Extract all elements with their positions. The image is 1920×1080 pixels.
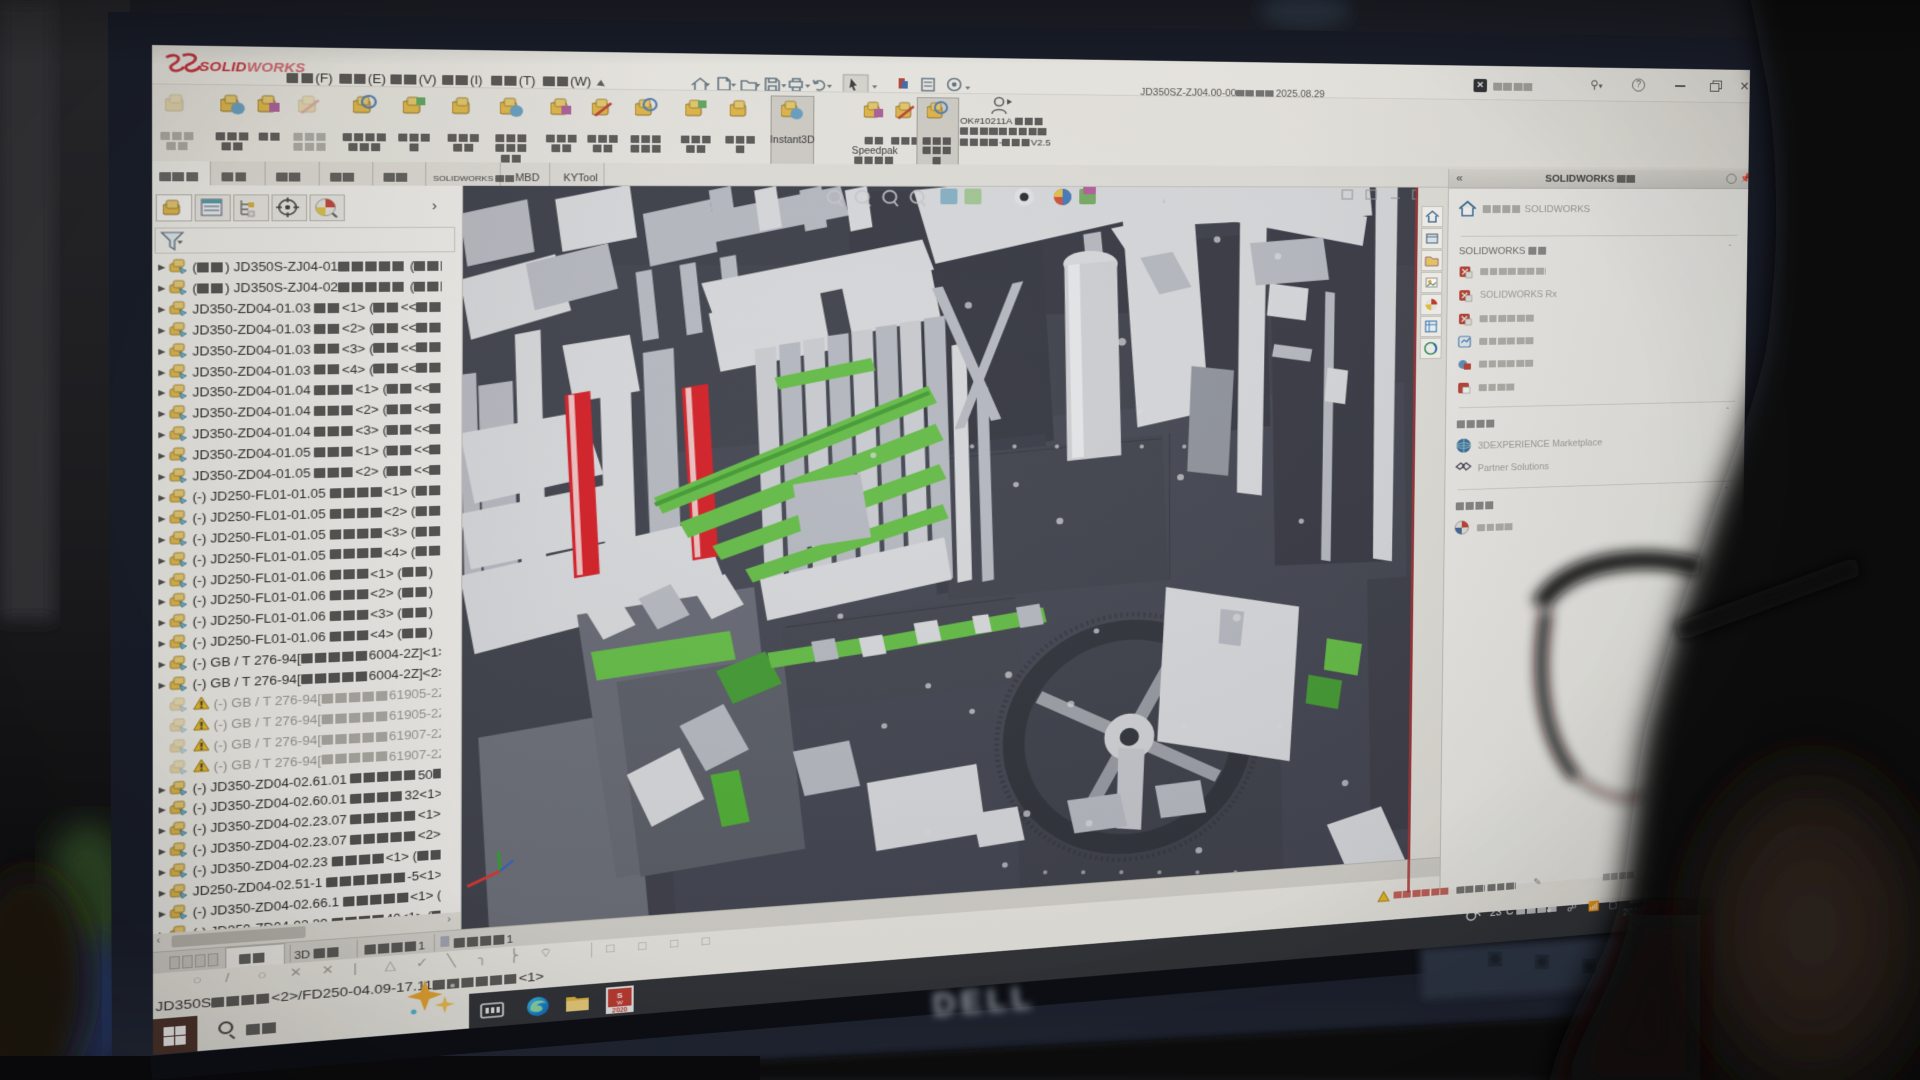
svg-text:S: S	[617, 991, 623, 1000]
